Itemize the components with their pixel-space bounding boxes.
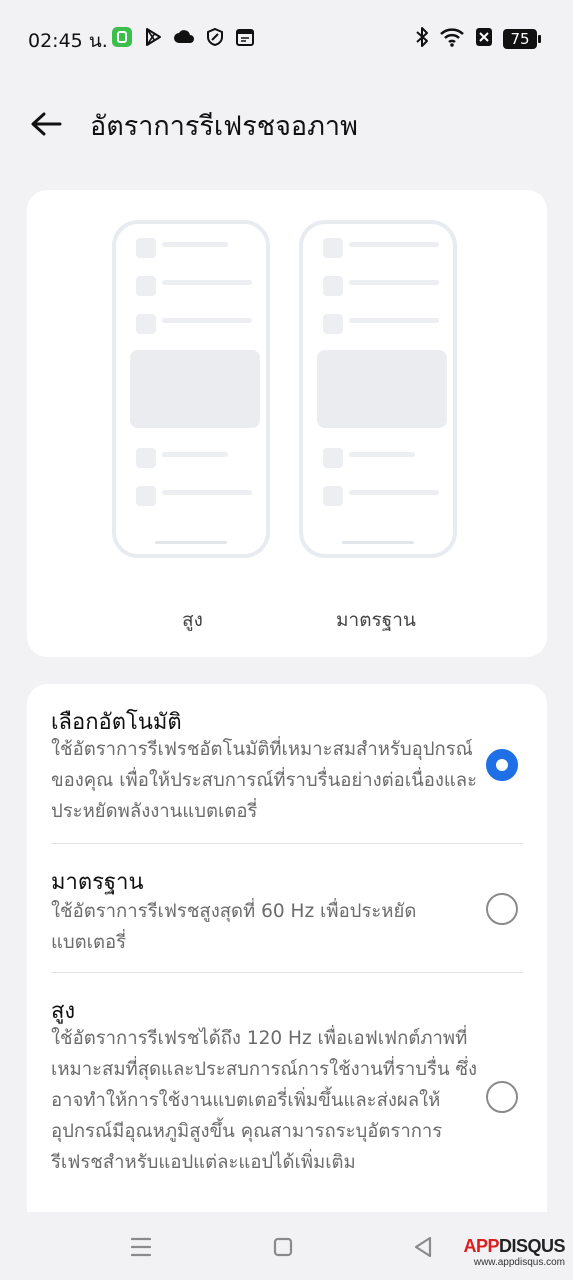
option-standard-title: มาตรฐาน bbox=[51, 870, 144, 895]
calendar-icon bbox=[235, 27, 255, 51]
refresh-options-card: เลือกอัตโนมัติ ใช้อัตราการรีเฟรชอัตโนมัต… bbox=[27, 684, 547, 1224]
phone-preview-standard bbox=[299, 220, 457, 558]
option-auto[interactable]: เลือกอัตโนมัติ ใช้อัตราการรีเฟรชอัตโนมัต… bbox=[27, 684, 547, 844]
wifi-icon bbox=[439, 27, 465, 51]
option-standard-description: ใช้อัตราการรีเฟรชสูงสุดที่ 60 Hz เพื่อปร… bbox=[51, 901, 417, 953]
square-icon bbox=[273, 1237, 293, 1257]
preview-label-high: สูง bbox=[182, 609, 203, 631]
watermark-url: www.appdisqus.com bbox=[473, 1257, 565, 1268]
menu-icon bbox=[130, 1237, 152, 1257]
bluetooth-icon bbox=[415, 26, 429, 52]
watermark-logo: APPDISQUS www.appdisqus.com bbox=[463, 1236, 565, 1268]
home-button[interactable] bbox=[268, 1232, 298, 1262]
watermark-brand-a: APP bbox=[463, 1236, 499, 1256]
triangle-back-icon bbox=[414, 1236, 432, 1258]
sim-off-icon bbox=[475, 27, 493, 51]
status-icons-right: 75 bbox=[415, 26, 541, 52]
option-auto-radio[interactable] bbox=[486, 749, 518, 781]
back-button[interactable] bbox=[28, 106, 64, 142]
battery-icon: 75 bbox=[503, 29, 541, 49]
preview-label-standard: มาตรฐาน bbox=[336, 609, 416, 631]
play-store-icon bbox=[143, 27, 163, 51]
page-title: อัตราการรีเฟรชจอภาพ bbox=[90, 111, 358, 142]
option-standard[interactable]: มาตรฐาน ใช้อัตราการรีเฟรชสูงสุดที่ 60 Hz… bbox=[27, 844, 547, 972]
refresh-preview-card: สูง มาตรฐาน bbox=[27, 190, 547, 657]
nav-back-button[interactable] bbox=[408, 1232, 438, 1262]
option-high-radio[interactable] bbox=[486, 1081, 518, 1113]
status-icons-left bbox=[111, 26, 255, 52]
arrow-left-icon bbox=[31, 112, 62, 136]
status-bar: 02:45 น. 75 bbox=[0, 0, 573, 76]
recent-apps-button[interactable] bbox=[126, 1232, 156, 1262]
cloud-icon bbox=[173, 28, 195, 50]
option-standard-radio[interactable] bbox=[486, 893, 518, 925]
shield-icon bbox=[205, 27, 225, 51]
option-high[interactable]: สูง ใช้อัตราการรีเฟรชได้ถึง 120 Hz เพื่อ… bbox=[27, 973, 547, 1224]
watermark-brand-b: DISQUS bbox=[498, 1236, 566, 1256]
option-high-description: ใช้อัตราการรีเฟรชได้ถึง 120 Hz เพื่อเอฟเ… bbox=[51, 1028, 478, 1173]
phone-preview-high bbox=[112, 220, 270, 558]
app-notification-icon bbox=[111, 26, 133, 52]
option-auto-description: ใช้อัตราการรีเฟรชอัตโนมัติที่เหมาะสมสำหร… bbox=[51, 739, 478, 822]
status-time: 02:45 น. bbox=[28, 30, 108, 52]
